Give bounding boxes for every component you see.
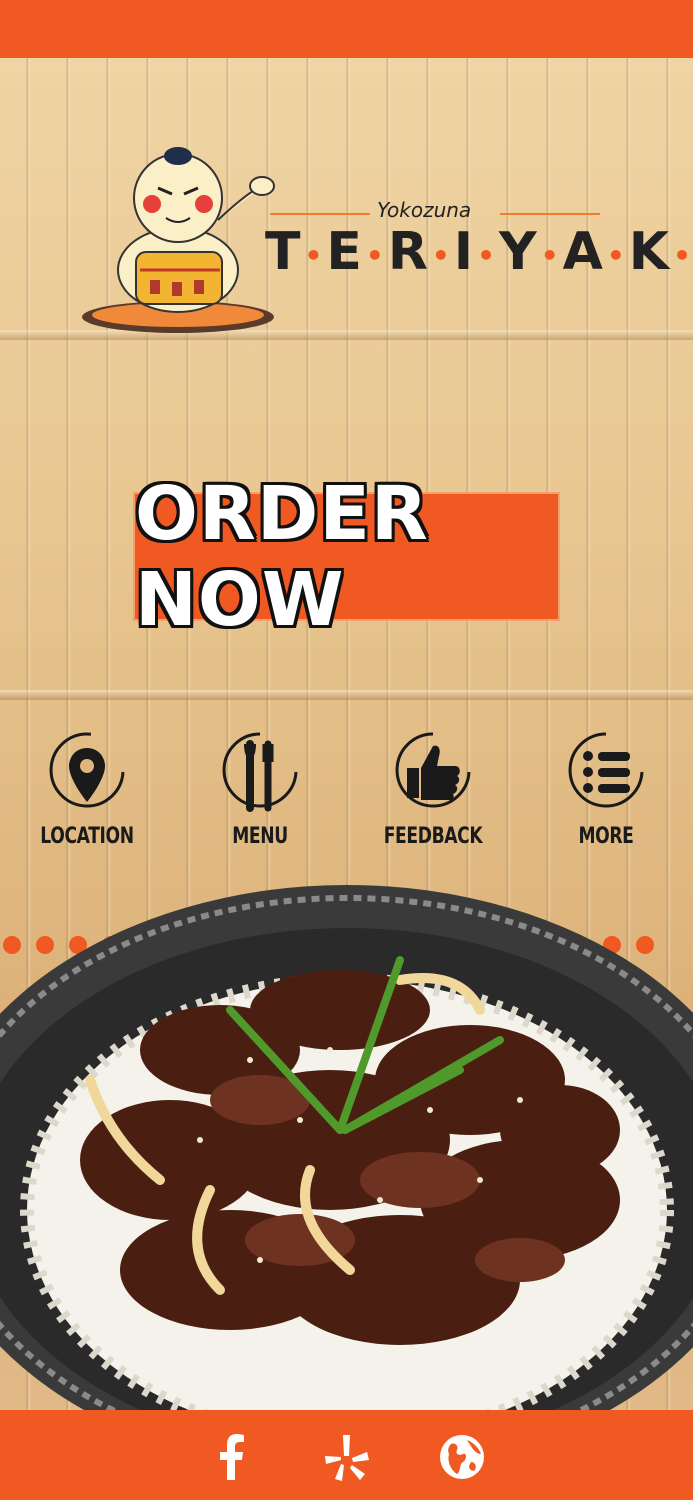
brand-letter: A: [562, 222, 605, 282]
nav-location[interactable]: LOCATION: [17, 730, 157, 870]
brand-letter: I: [453, 222, 476, 282]
brand-subtitle: Yokozuna: [377, 198, 472, 222]
order-now-label: ORDER NOW: [135, 470, 429, 643]
brand-letter: K: [628, 222, 672, 282]
nav-feedback[interactable]: FEEDBACK: [363, 730, 503, 870]
brand-line-left: [270, 213, 370, 215]
brand-letter: R: [387, 222, 430, 282]
list-icon: [568, 732, 644, 808]
nav-more-label: MORE: [578, 824, 634, 849]
nav-location-label: LOCATION: [40, 824, 134, 849]
nav-feedback-label: FEEDBACK: [383, 824, 483, 849]
brand-letter: Y: [499, 222, 539, 282]
nav-menu[interactable]: MENU: [190, 730, 330, 870]
brand-logo: Yokozuna T•E•R•I•Y•A•K•I: [80, 140, 691, 340]
brand-title: T•E•R•I•Y•A•K•I: [265, 222, 693, 282]
thumbs-up-icon: [395, 732, 471, 808]
brand-letter: T: [265, 222, 303, 282]
brand-line-right: [500, 213, 600, 215]
teriyaki-bowl-image: [0, 885, 693, 1410]
fork-knife-icon: [222, 732, 298, 812]
facebook-icon[interactable]: [207, 1432, 257, 1482]
bamboo-rail: [0, 690, 693, 700]
brand-letter: E: [326, 222, 364, 282]
globe-icon[interactable]: [437, 1432, 487, 1482]
nav-menu-label: MENU: [232, 824, 288, 849]
nav-more[interactable]: MORE: [536, 730, 676, 870]
location-pin-icon: [49, 732, 125, 808]
yelp-icon[interactable]: [322, 1432, 372, 1482]
top-bar: [0, 0, 693, 58]
sumo-mascot-icon: [82, 147, 275, 333]
bottom-social-bar: [0, 1410, 693, 1500]
order-now-button[interactable]: ORDER NOW: [133, 471, 560, 643]
